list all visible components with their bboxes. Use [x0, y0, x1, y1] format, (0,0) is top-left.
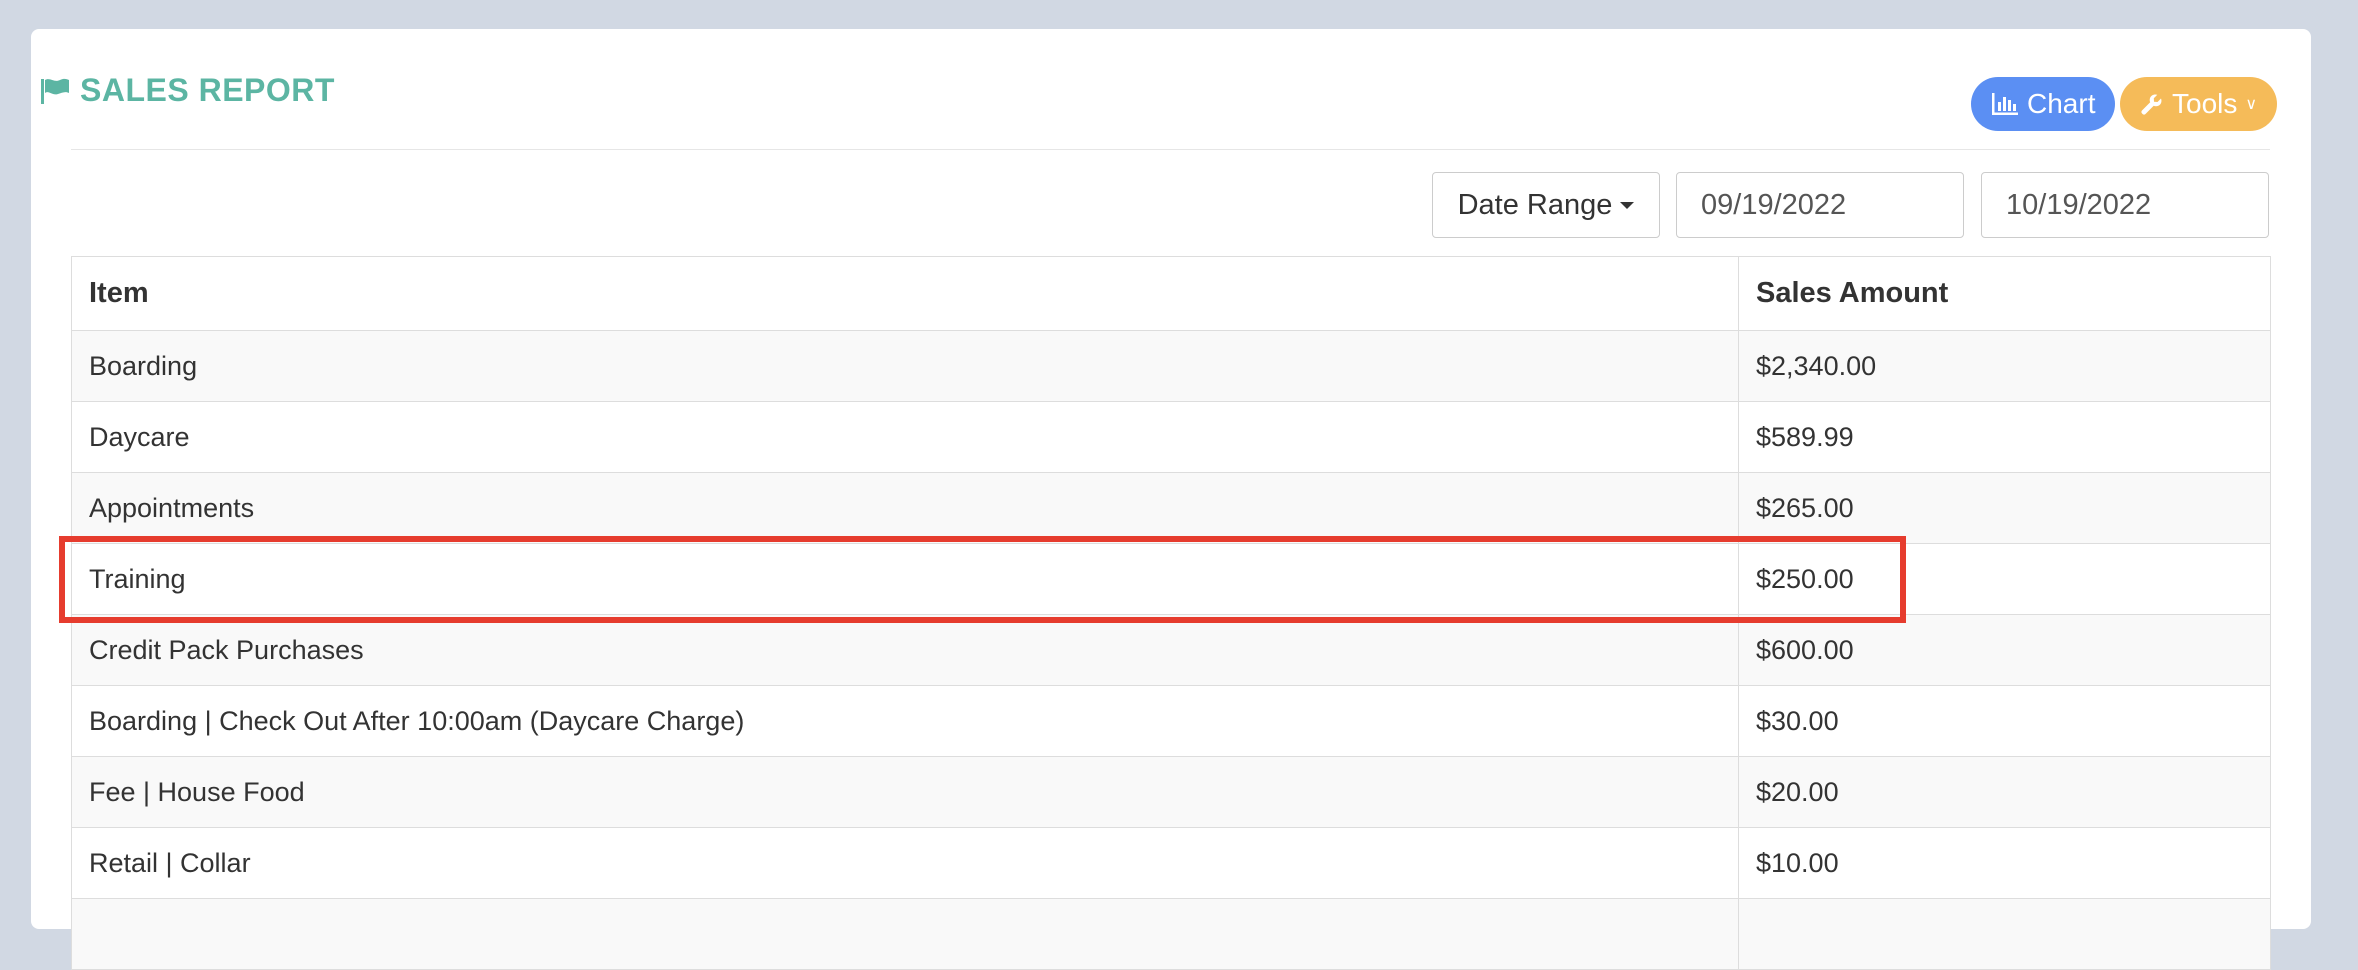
column-header-sales-amount[interactable]: Sales Amount — [1738, 256, 2271, 331]
table-row: Retail | Collar $10.00 — [71, 827, 2271, 899]
amount-cell: $265.00 — [1738, 472, 2271, 544]
amount-cell: $600.00 — [1738, 614, 2271, 686]
item-cell: Daycare — [71, 401, 1739, 473]
item-cell: Credit Pack Purchases — [71, 614, 1739, 686]
flag-icon — [41, 78, 69, 104]
amount-cell: $2,340.00 — [1738, 330, 2271, 402]
item-cell: Appointments — [71, 472, 1739, 544]
caret-down-icon — [1620, 201, 1635, 209]
table-row — [71, 898, 2271, 970]
page-title-text: SALES REPORT — [80, 72, 335, 108]
date-range-dropdown[interactable]: Date Range — [1432, 172, 1660, 238]
chart-button[interactable]: Chart — [1971, 77, 2116, 131]
table-row: Boarding $2,340.00 — [71, 330, 2271, 402]
table-header-row: Item Sales Amount — [71, 256, 2271, 331]
date-range-label: Date Range — [1457, 188, 1613, 221]
amount-cell: $30.00 — [1738, 685, 2271, 757]
chart-button-label: Chart — [2027, 88, 2096, 119]
header-divider — [71, 149, 2270, 150]
tools-button-label: Tools — [2172, 88, 2238, 119]
report-header: SALES REPORT Chart Tools ∨ — [40, 40, 2278, 131]
amount-cell: $250.00 — [1738, 543, 2271, 615]
table-row: Daycare $589.99 — [71, 401, 2271, 473]
chevron-down-icon: ∨ — [2245, 96, 2258, 113]
item-cell: Boarding | Check Out After 10:00am (Dayc… — [71, 685, 1739, 757]
column-header-item[interactable]: Item — [71, 256, 1739, 331]
sales-table: Item Sales Amount Boarding $2,340.00 Day… — [71, 256, 2271, 970]
item-cell: Boarding — [71, 330, 1739, 402]
table-row: Fee | House Food $20.00 — [71, 756, 2271, 828]
page-title: SALES REPORT — [40, 72, 335, 109]
table-row: Credit Pack Purchases $600.00 — [71, 614, 2271, 686]
table-row: Training $250.00 — [71, 543, 2271, 615]
amount-cell: $10.00 — [1738, 827, 2271, 899]
table-row: Boarding | Check Out After 10:00am (Dayc… — [71, 685, 2271, 757]
date-from-input[interactable] — [1676, 172, 1964, 238]
item-cell: Training — [71, 543, 1739, 615]
item-cell — [71, 898, 1739, 970]
date-to-input[interactable] — [1981, 172, 2269, 238]
bar-chart-icon — [1992, 93, 2018, 115]
item-cell: Retail | Collar — [71, 827, 1739, 899]
amount-cell: $20.00 — [1738, 756, 2271, 828]
wrench-icon — [2141, 94, 2162, 115]
item-cell: Fee | House Food — [71, 756, 1739, 828]
amount-cell — [1738, 898, 2271, 970]
tools-button[interactable]: Tools ∨ — [2120, 77, 2278, 131]
amount-cell: $589.99 — [1738, 401, 2271, 473]
table-row: Appointments $265.00 — [71, 472, 2271, 544]
